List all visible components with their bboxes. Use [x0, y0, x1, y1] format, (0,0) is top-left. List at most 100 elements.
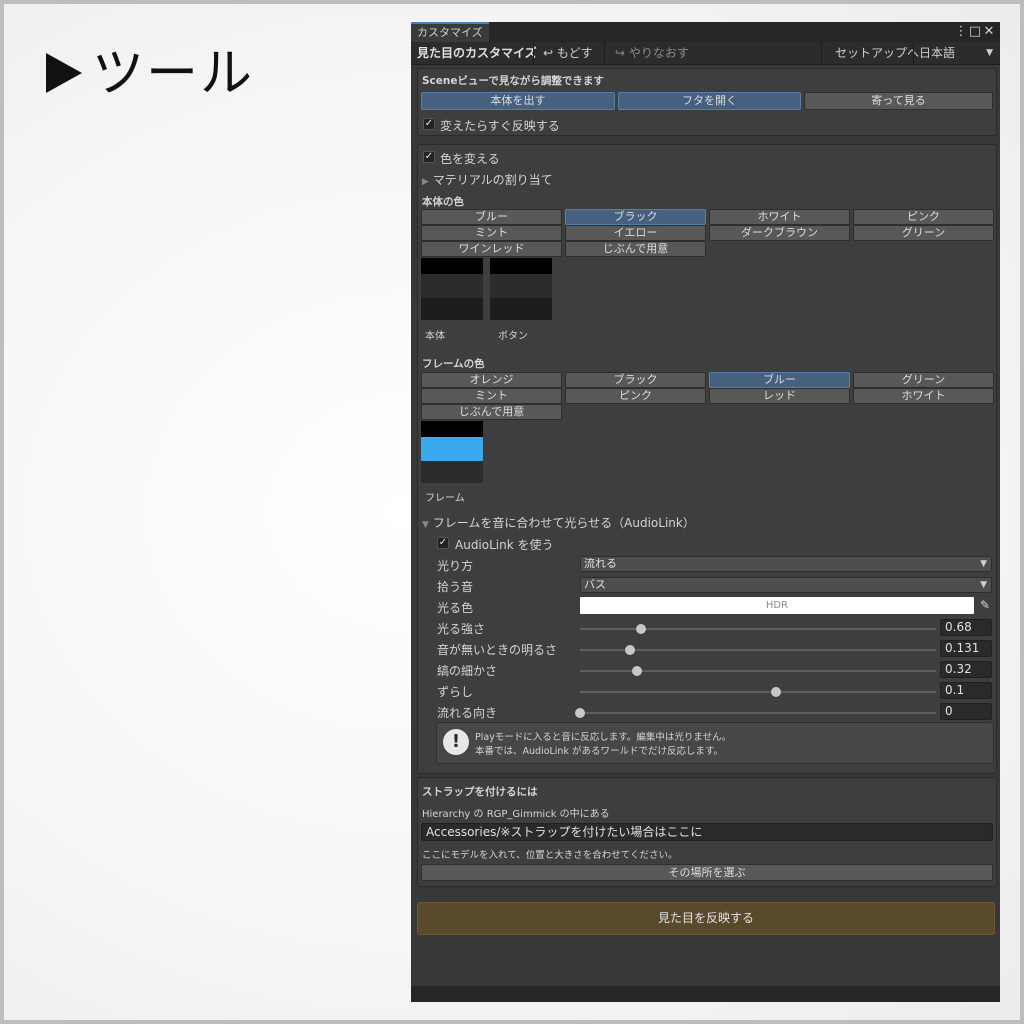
slider-knob[interactable]: [624, 645, 635, 655]
strap-section-title: ストラップを付けるには: [422, 786, 538, 798]
undo-icon: ↩: [543, 46, 554, 60]
help-box: ! Playモードに入ると音に反応します。編集中は光りません。 本番では、Aud…: [436, 722, 994, 764]
slider-value-field[interactable]: 0.131: [940, 640, 992, 657]
body-swatch[interactable]: [421, 258, 483, 320]
sound-band-dropdown[interactable]: バス ▼: [580, 577, 992, 593]
undo-button[interactable]: ↩ もどす: [543, 42, 593, 64]
page-heading: ツール: [46, 44, 254, 104]
redo-label: やりなおす: [628, 46, 689, 60]
redo-button[interactable]: ↪ やりなおす: [615, 42, 689, 64]
frame-color-custom[interactable]: じぶんで用意: [421, 404, 562, 420]
auto-apply-checkbox[interactable]: ✓: [423, 118, 435, 130]
slider-knob[interactable]: [770, 687, 781, 697]
chevron-right-icon: ▶: [422, 177, 429, 187]
slider-track[interactable]: [580, 691, 936, 693]
use-audiolink-label: AudioLink を使う: [455, 538, 554, 552]
button-swatch[interactable]: [490, 258, 552, 320]
zoom-in-button[interactable]: 寄って見る: [804, 92, 993, 110]
strap-hint: Hierarchy の RGP_Gimmick の中にある: [422, 809, 610, 820]
scene-section: Sceneビューで見ながら調整できます 本体を出す フタを開く 寄って見る ✓ …: [417, 68, 997, 136]
slider-value-field[interactable]: 0.32: [940, 661, 992, 678]
button-swatch-label: ボタン: [498, 331, 528, 342]
undo-label: もどす: [556, 46, 593, 60]
frame-swatch-label: フレーム: [425, 493, 465, 504]
body-color-wine-red[interactable]: ワインレッド: [421, 241, 562, 257]
more-options-icon[interactable]: ⋮: [954, 24, 968, 40]
frame-color-orange[interactable]: オレンジ: [421, 372, 562, 388]
frame-color-title: フレームの色: [422, 358, 485, 370]
body-color-yellow[interactable]: イエロー: [565, 225, 706, 241]
frame-color-white[interactable]: ホワイト: [853, 388, 994, 404]
redo-icon: ↪: [615, 46, 626, 60]
window-controls: ⋮□ ✕: [954, 24, 996, 40]
toolbar-separator: [913, 42, 914, 64]
slider-knob[interactable]: [575, 708, 585, 718]
body-color-pink[interactable]: ピンク: [853, 209, 994, 225]
light-mode-dropdown[interactable]: 流れる ▼: [580, 556, 992, 572]
eyedropper-icon[interactable]: ✎: [978, 597, 992, 614]
change-color-label: 色を変える: [440, 152, 500, 166]
slider-label: 音が無いときの明るさ: [437, 643, 558, 657]
body-color-white[interactable]: ホワイト: [709, 209, 850, 225]
tab-customize[interactable]: カスタマイズ: [411, 22, 489, 42]
body-color-mint[interactable]: ミント: [421, 225, 562, 241]
body-color-black[interactable]: ブラック: [565, 209, 706, 225]
close-icon[interactable]: ✕: [982, 24, 996, 40]
slider-knob[interactable]: [635, 624, 646, 634]
frame-color-pink[interactable]: ピンク: [565, 388, 706, 404]
maximize-icon[interactable]: □: [968, 24, 982, 40]
slider-value-field[interactable]: 0.68: [940, 619, 992, 636]
bottom-status-strip: [411, 986, 1000, 1002]
sound-band-value: バス: [584, 578, 606, 591]
hdr-color-field[interactable]: HDR: [580, 597, 974, 614]
setup-button[interactable]: セットアップへ: [835, 42, 919, 64]
frame-color-blue[interactable]: ブルー: [709, 372, 850, 388]
language-select[interactable]: 日本語 ▼: [919, 42, 997, 64]
slider-value-field[interactable]: 0: [940, 703, 992, 720]
color-section: ✓ 色を変える ▶ マテリアルの割り当て 本体の色 ブルー ブラック ホワイト …: [417, 144, 997, 774]
body-color-dark-brown[interactable]: ダークブラウン: [709, 225, 850, 241]
slider-track[interactable]: [580, 628, 936, 630]
chevron-down-icon: ▼: [980, 559, 987, 569]
frame-color-mint[interactable]: ミント: [421, 388, 562, 404]
slider-label: 光る強さ: [437, 622, 486, 636]
change-color-checkbox[interactable]: ✓: [423, 151, 435, 163]
toolbar-separator: [821, 42, 822, 64]
light-mode-value: 流れる: [584, 557, 617, 570]
toolbar: 見た目のカスタマイズ ↩ もどす ↪ やりなおす セットアップへ 日本語 ▼: [411, 42, 1000, 65]
slider-label: 流れる向き: [437, 706, 498, 720]
body-color-title: 本体の色: [422, 196, 464, 208]
apply-look-button[interactable]: 見た目を反映する: [417, 902, 995, 935]
body-color-green[interactable]: グリーン: [853, 225, 994, 241]
chevron-down-icon: ▼: [986, 48, 993, 58]
help-line-2: 本番では、AudioLink があるワールドでだけ反応します。: [475, 746, 724, 757]
material-assign-foldout[interactable]: ▶ マテリアルの割り当て: [422, 171, 553, 188]
help-line-1: Playモードに入ると音に反応します。編集中は光りません。: [475, 732, 732, 743]
audiolink-foldout-label: フレームを音に合わせて光らせる（AudioLink）: [432, 516, 695, 530]
check-icon: ✓: [438, 537, 448, 548]
body-color-blue[interactable]: ブルー: [421, 209, 562, 225]
check-icon: ✓: [424, 151, 434, 162]
frame-color-green[interactable]: グリーン: [853, 372, 994, 388]
strap-path-field[interactable]: Accessories/※ストラップを付けたい場合はここに: [421, 823, 993, 841]
strap-section: ストラップを付けるには Hierarchy の RGP_Gimmick の中にあ…: [417, 777, 997, 887]
slider-value-field[interactable]: 0.1: [940, 682, 992, 699]
audiolink-foldout[interactable]: ▼ フレームを音に合わせて光らせる（AudioLink）: [422, 514, 695, 531]
body-color-custom[interactable]: じぶんで用意: [565, 241, 706, 257]
warning-icon: !: [443, 729, 469, 755]
tab-bar: カスタマイズ ⋮□ ✕: [411, 22, 1000, 42]
frame-color-red[interactable]: レッド: [709, 388, 850, 404]
frame-color-black[interactable]: ブラック: [565, 372, 706, 388]
show-body-button[interactable]: 本体を出す: [421, 92, 615, 110]
toolbar-separator: [533, 42, 534, 64]
use-audiolink-checkbox[interactable]: ✓: [437, 537, 449, 549]
check-icon: ✓: [424, 118, 434, 129]
open-lid-button[interactable]: フタを開く: [618, 92, 801, 110]
slider-track[interactable]: [580, 712, 936, 714]
select-location-button[interactable]: その場所を選ぶ: [421, 864, 993, 881]
frame-swatch[interactable]: [421, 421, 483, 483]
slider-knob[interactable]: [631, 666, 642, 676]
page-heading-text: ツール: [92, 44, 255, 104]
triangle-icon: [46, 53, 82, 93]
strap-note: ここにモデルを入れて、位置と大きさを合わせてください。: [422, 850, 678, 861]
